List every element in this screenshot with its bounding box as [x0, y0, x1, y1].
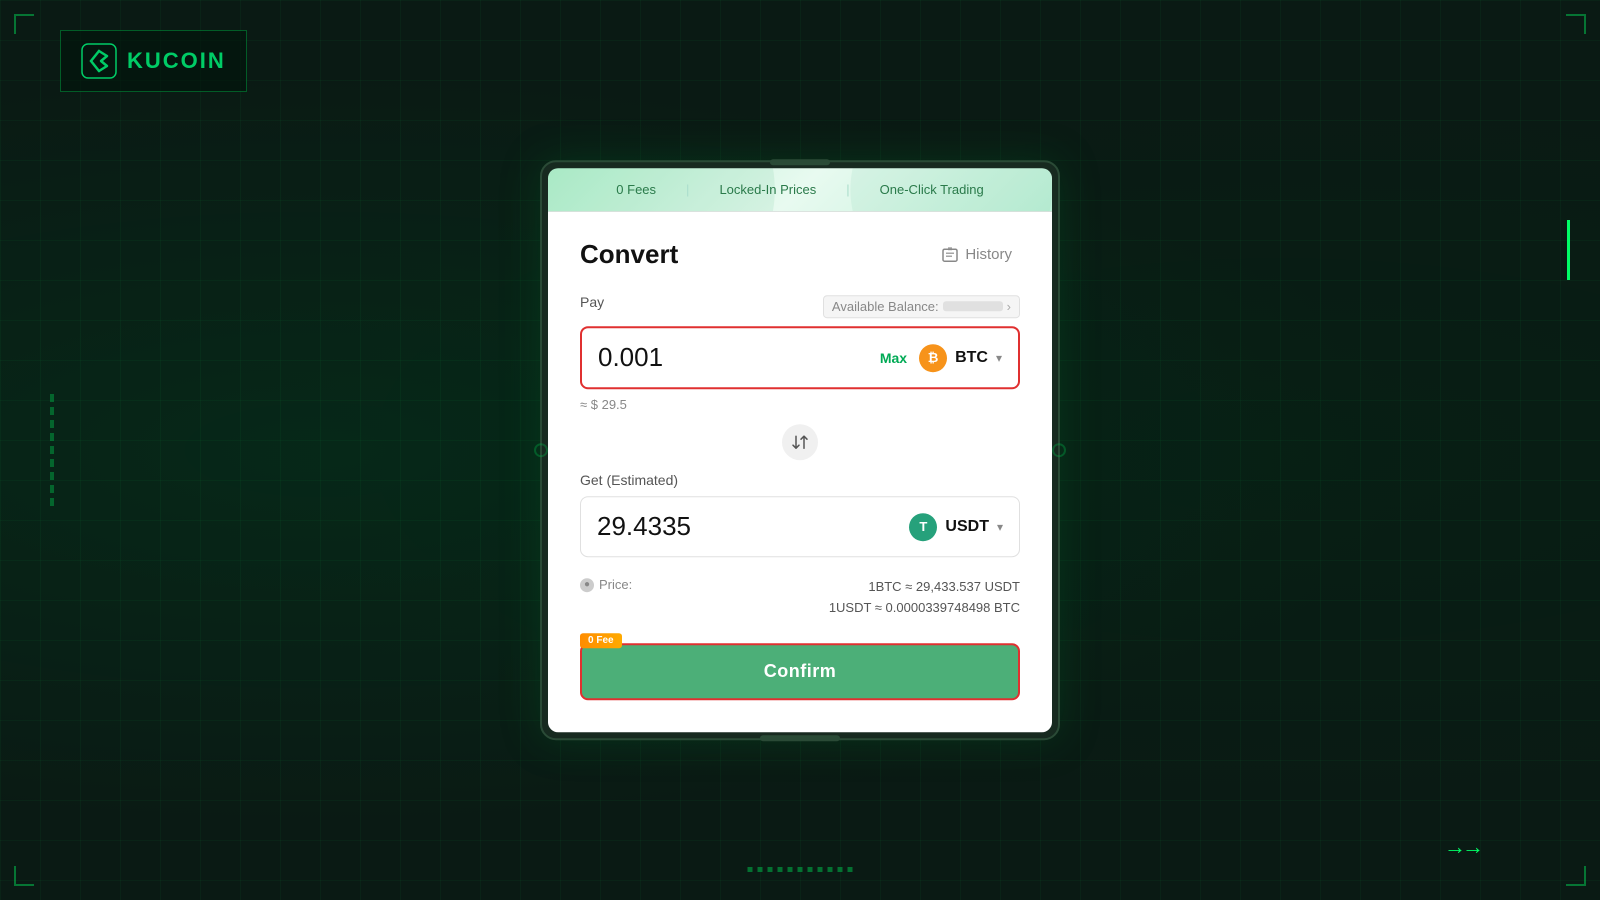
pay-label: Pay [580, 294, 604, 310]
banner-item-trading: One-Click Trading [880, 182, 984, 197]
right-decorative-bars [1567, 220, 1570, 280]
available-balance-value [943, 301, 1003, 311]
banner-item-prices: Locked-In Prices [719, 182, 816, 197]
zero-fee-badge: 0 Fee [580, 633, 622, 648]
side-circle-right [1052, 443, 1066, 457]
usdt-icon: T [909, 513, 937, 541]
pay-balance-row: Pay Available Balance: › [580, 294, 1020, 318]
confirm-button[interactable]: Confirm [580, 643, 1020, 700]
banner-fees-text: 0 Fees [616, 182, 656, 197]
banner-divider-1: | [686, 182, 689, 197]
price-info-icon: ● [580, 578, 594, 592]
history-icon [941, 246, 959, 264]
get-input-box: 29.4335 T USDT ▾ [580, 496, 1020, 557]
modal-outer: 0 Fees | Locked-In Prices | One-Click Tr… [540, 160, 1060, 740]
pay-token-name: BTC [955, 349, 988, 367]
banner-divider-2: | [846, 182, 849, 197]
price-line-2: 1USDT ≈ 0.0000339748498 BTC [829, 598, 1020, 619]
swap-icon [791, 433, 809, 451]
bottom-arrows: →→ [1444, 834, 1480, 860]
left-dashes [50, 394, 54, 506]
banner-trading-text: One-Click Trading [880, 182, 984, 197]
price-label: ● Price: [580, 577, 632, 592]
available-balance-label: Available Balance: [832, 299, 939, 314]
frame-bottom-line [760, 735, 840, 741]
get-token-chevron: ▾ [997, 520, 1003, 534]
frame-corner-tl [14, 14, 34, 34]
kucoin-logo-svg [81, 43, 117, 79]
max-button[interactable]: Max [880, 350, 907, 366]
available-balance-chevron: › [1007, 299, 1011, 314]
tech-frame: 0 Fees | Locked-In Prices | One-Click Tr… [540, 160, 1060, 740]
kucoin-logo: KUCOIN [60, 30, 247, 92]
btc-icon: ₿ [919, 344, 947, 372]
confirm-button-wrapper: 0 Fee Confirm [580, 643, 1020, 700]
btc-token-selector[interactable]: ₿ BTC ▾ [919, 344, 1002, 372]
top-banner: 0 Fees | Locked-In Prices | One-Click Tr… [548, 168, 1052, 211]
bottom-dots [748, 867, 853, 872]
modal-card: Convert History Pay Available Balanc [548, 211, 1052, 732]
price-values: 1BTC ≈ 29,433.537 USDT 1USDT ≈ 0.0000339… [829, 577, 1020, 619]
price-label-text: Price: [599, 577, 632, 592]
pay-input-value: 0.001 [598, 342, 880, 373]
right-deco-bar-1 [1567, 220, 1570, 280]
kucoin-logo-text: KUCOIN [127, 48, 226, 74]
pay-token-chevron: ▾ [996, 351, 1002, 365]
available-balance[interactable]: Available Balance: › [823, 295, 1020, 318]
banner-prices-text: Locked-In Prices [719, 182, 816, 197]
frame-top-line [770, 159, 830, 165]
frame-corner-tr [1566, 14, 1586, 34]
usd-approx: ≈ $ 29.5 [580, 397, 1020, 412]
pay-input-box: 0.001 Max ₿ BTC ▾ [580, 326, 1020, 389]
side-circle-left [534, 443, 548, 457]
swap-row [580, 424, 1020, 460]
get-label: Get (Estimated) [580, 472, 1020, 488]
get-value: 29.4335 [597, 511, 691, 542]
modal-header: Convert History [580, 239, 1020, 270]
price-line-1: 1BTC ≈ 29,433.537 USDT [829, 577, 1020, 598]
get-token-name: USDT [945, 518, 989, 536]
frame-corner-br [1566, 866, 1586, 886]
banner-item-fees: 0 Fees [616, 182, 656, 197]
history-button[interactable]: History [933, 242, 1020, 268]
history-label: History [965, 246, 1012, 263]
modal-title: Convert [580, 239, 678, 270]
frame-corner-bl [14, 866, 34, 886]
usdt-token-selector[interactable]: T USDT ▾ [909, 513, 1003, 541]
price-row: ● Price: 1BTC ≈ 29,433.537 USDT 1USDT ≈ … [580, 577, 1020, 619]
swap-button[interactable] [782, 424, 818, 460]
